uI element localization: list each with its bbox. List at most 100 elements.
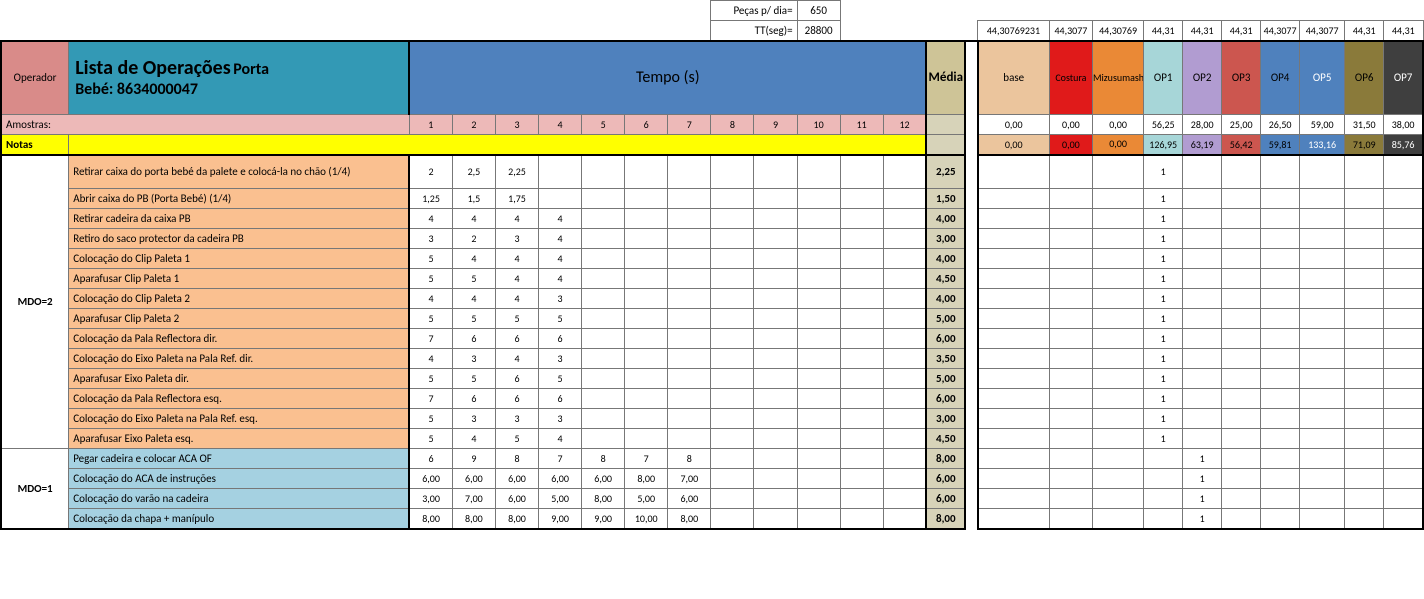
time-sample [883,389,926,409]
time-sample [582,329,625,349]
time-sample: 4 [539,269,582,289]
op-assign [1049,289,1092,309]
time-sample [840,289,883,309]
op-assign [1092,189,1143,209]
op-assign [1300,349,1345,369]
operation-desc: Colocação do Eixo Paleta na Pala Ref. es… [69,409,410,429]
op-assign [978,269,1050,289]
time-sample [797,389,840,409]
time-sample [582,369,625,389]
time-sample [625,289,668,309]
op-assign [1300,209,1345,229]
time-sample [582,229,625,249]
time-sample: 7 [625,449,668,469]
op-assign: 1 [1183,509,1222,529]
op-assign [1384,189,1423,209]
title-sub1: Porta [233,60,269,79]
time-sample [711,229,754,249]
op-assign [1092,329,1143,349]
time-sample [840,489,883,509]
time-sample [883,469,926,489]
op-assign [1345,469,1384,489]
time-sample [797,289,840,309]
op-col-header: Costura [1049,41,1092,115]
op-assign [1092,349,1143,369]
time-sample [840,429,883,449]
op-assign [1049,449,1092,469]
time-sample [625,389,668,409]
op-assign [1345,269,1384,289]
time-sample: 4 [495,289,538,309]
op-assign [1222,469,1261,489]
time-sample: 3 [495,409,538,429]
mdo-cell: MDO=1 [1,449,69,529]
time-sample [754,289,797,309]
op-assign [1092,389,1143,409]
media-header: Média [926,41,965,115]
media-value: 4,00 [926,289,965,309]
time-sample: 8,00 [582,489,625,509]
op-assign [978,389,1050,409]
op-assign [1384,409,1423,429]
time-sample: 4 [495,249,538,269]
gap [965,509,977,529]
op-assign [1222,189,1261,209]
op-assign [1049,429,1092,449]
op-col-header: OP3 [1222,41,1261,115]
op-assign [1049,469,1092,489]
amostras-op-val: 0,00 [1092,115,1143,135]
time-sample: 5,00 [539,489,582,509]
time-sample [754,489,797,509]
blank [840,1,1423,21]
op-assign [1300,449,1345,469]
op-assign [1183,289,1222,309]
op-assign: 1 [1144,209,1183,229]
time-sample: 6,00 [495,469,538,489]
time-sample [797,329,840,349]
op-assign [1300,429,1345,449]
gap [965,249,977,269]
notas-op-val: 0,00 [1049,135,1092,155]
time-sample: 8 [495,449,538,469]
top-ratio: 44,30769231 [978,21,1050,41]
time-sample: 5 [409,309,452,329]
time-sample [797,209,840,229]
time-sample [883,269,926,289]
top-ratio: 44,3077 [1049,21,1092,41]
amostras-op-val: 28,00 [1183,115,1222,135]
op-assign [1049,389,1092,409]
op-assign [1222,249,1261,269]
time-sample [582,289,625,309]
time-sample: 6 [452,329,495,349]
op-assign [978,289,1050,309]
notas-op-val: 63,19 [1183,135,1222,155]
time-sample [883,369,926,389]
op-assign [1049,349,1092,369]
time-sample: 3 [409,229,452,249]
media-blank [926,135,965,155]
notas-op-val: 85,76 [1384,135,1423,155]
gap [965,369,977,389]
op-assign: 1 [1144,329,1183,349]
op-assign [1384,369,1423,389]
title-sub2: Bebé: 8634000047 [75,80,198,99]
time-sample [625,249,668,269]
op-col-header: OP7 [1384,41,1423,115]
op-assign [1261,209,1300,229]
time-sample: 8,00 [495,509,538,529]
amostras-op-val: 25,00 [1222,115,1261,135]
time-sample: 4 [495,269,538,289]
time-sample: 6,00 [539,469,582,489]
op-assign [1300,389,1345,409]
time-sample: 5 [409,409,452,429]
time-sample: 4 [539,429,582,449]
op-assign [978,249,1050,269]
time-sample: 4 [409,349,452,369]
media-value: 4,00 [926,249,965,269]
op-assign: 1 [1183,469,1222,489]
time-sample [582,409,625,429]
time-sample: 4 [539,209,582,229]
op-assign: 1 [1183,489,1222,509]
gap [965,489,977,509]
time-sample: 8,00 [409,509,452,529]
